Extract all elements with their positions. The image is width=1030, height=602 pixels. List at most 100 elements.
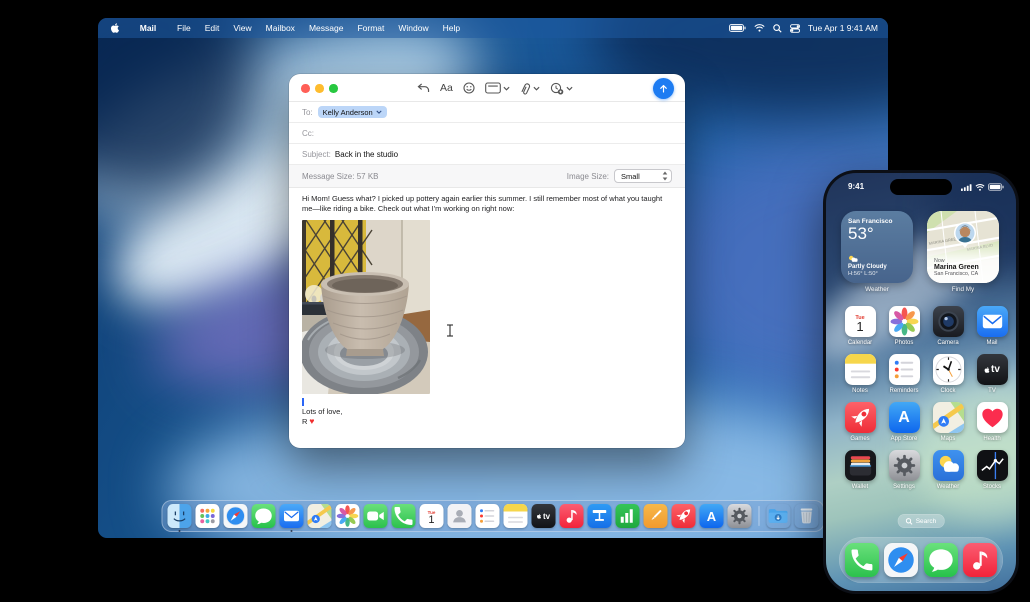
- weather-widget[interactable]: San Francisco 53° Partly Cloudy H:56° L:…: [841, 211, 913, 283]
- cc-field[interactable]: Cc:: [289, 123, 685, 144]
- apple-menu-icon[interactable]: [110, 22, 120, 34]
- close-button[interactable]: [301, 84, 310, 93]
- iphone-app-maps[interactable]: Maps: [926, 402, 970, 450]
- signature-name: R: [302, 417, 308, 427]
- text-insertion-caret: [302, 397, 304, 406]
- recipient-token[interactable]: Kelly Anderson: [317, 106, 387, 118]
- status-icons: [961, 183, 1004, 191]
- dock-app-messages[interactable]: [251, 504, 276, 528]
- iphone-app-tv[interactable]: tv TV: [970, 354, 1014, 402]
- dock-app-notes[interactable]: [503, 504, 528, 528]
- iphone-app-settings[interactable]: Settings: [882, 450, 926, 498]
- dock-app-finder[interactable]: [167, 504, 192, 532]
- iphone-app-stocks[interactable]: Stocks: [970, 450, 1014, 498]
- header-style-button[interactable]: [484, 82, 510, 94]
- dock-app-music[interactable]: [559, 504, 584, 528]
- menu-item-view[interactable]: View: [226, 23, 258, 33]
- heart-icon: ♥: [309, 416, 315, 427]
- message-body[interactable]: Hi Mom! Guess what? I picked up pottery …: [289, 188, 685, 427]
- findmy-widget[interactable]: MARINA GREEN DR MARINA BLVD Now Marina G…: [927, 211, 999, 283]
- iphone-app-health[interactable]: Health: [970, 402, 1014, 450]
- subject-value: Back in the studio: [334, 149, 399, 159]
- mail-compose-window: Aa To: Kelly Anderson Cc: Subject: Back …: [289, 74, 685, 448]
- attach-button[interactable]: [520, 82, 540, 95]
- calendar-icon: Tue 1: [844, 306, 876, 337]
- wifi-icon: [975, 183, 985, 191]
- dock-app-system-settings[interactable]: [727, 504, 752, 528]
- iphone-app-reminders[interactable]: Reminders: [882, 354, 926, 402]
- format-button[interactable]: Aa: [440, 82, 453, 94]
- dock-app-pages[interactable]: [643, 504, 668, 528]
- dock-app-safari[interactable]: [884, 543, 919, 577]
- zoom-button[interactable]: [329, 84, 338, 93]
- menu-item-edit[interactable]: Edit: [198, 23, 227, 33]
- iphone-app-wallet[interactable]: Wallet: [838, 450, 882, 498]
- dock-app-messages[interactable]: [923, 543, 958, 577]
- image-size-select[interactable]: Small: [614, 169, 672, 183]
- weather-hi-lo: H:56° L:50°: [848, 271, 878, 277]
- dock-app-contacts[interactable]: [447, 504, 472, 528]
- subject-label: Subject:: [302, 149, 331, 159]
- chevron-down-icon: [376, 110, 382, 114]
- reminders-icon: [888, 354, 920, 385]
- search-icon[interactable]: [773, 23, 782, 33]
- iphone-app-calendar[interactable]: Tue 1 Calendar: [838, 306, 882, 354]
- dock-app-phone[interactable]: [391, 504, 416, 528]
- pottery-photo[interactable]: [302, 219, 430, 394]
- menu-item-file[interactable]: File: [170, 23, 198, 33]
- iphone-app-app-store[interactable]: A App Store: [882, 402, 926, 450]
- to-field[interactable]: To: Kelly Anderson: [289, 102, 685, 123]
- emoji-button[interactable]: [463, 82, 475, 94]
- subject-field[interactable]: Subject: Back in the studio: [289, 144, 685, 165]
- battery-icon[interactable]: [728, 24, 746, 32]
- message-size: Message Size: 57 KB: [302, 171, 379, 181]
- dock-app-games[interactable]: [671, 504, 696, 528]
- iphone-app-clock[interactable]: Clock: [926, 354, 970, 402]
- dock-app-launchpad[interactable]: [195, 504, 220, 528]
- compose-toolbar: Aa: [289, 74, 685, 102]
- iphone-app-weather[interactable]: Weather: [926, 450, 970, 498]
- menu-item-mail[interactable]: Mail: [126, 23, 170, 33]
- dock-app-photos[interactable]: [335, 504, 360, 528]
- dock-app-mail[interactable]: [279, 504, 304, 532]
- control-center-icon[interactable]: [789, 23, 800, 33]
- dock-app-safari[interactable]: [223, 504, 248, 528]
- minimize-button[interactable]: [315, 84, 324, 93]
- menu-item-format[interactable]: Format: [350, 23, 391, 33]
- iphone-app-notes[interactable]: Notes: [838, 354, 882, 402]
- dock-app-music[interactable]: [963, 543, 998, 577]
- dock-app-maps[interactable]: [307, 504, 332, 528]
- dock-app-phone[interactable]: [844, 543, 879, 577]
- iphone-app-photos[interactable]: Photos: [882, 306, 926, 354]
- status-time: 9:41: [848, 182, 865, 191]
- send-later-button[interactable]: [550, 82, 573, 95]
- dock-app-app-store[interactable]: A: [699, 504, 724, 528]
- menu-item-mailbox[interactable]: Mailbox: [259, 23, 302, 33]
- iphone-app-mail[interactable]: Mail: [970, 306, 1014, 354]
- body-paragraph: Hi Mom! Guess what? I picked up pottery …: [302, 194, 663, 214]
- screenshot-canvas: Mail File Edit View Mailbox Message Form…: [0, 0, 1030, 602]
- dock-app-facetime[interactable]: [363, 504, 388, 528]
- tv-icon: tv: [976, 354, 1008, 385]
- dock-app-numbers[interactable]: [615, 504, 640, 528]
- iphone: 9:41 San Francisco 53° Partly Cloudy H:5…: [823, 170, 1019, 594]
- menu-item-message[interactable]: Message: [302, 23, 351, 33]
- dock-downloads-folder[interactable]: [767, 504, 791, 528]
- menu-bar-clock[interactable]: Tue Apr 1 9:41 AM: [808, 23, 878, 33]
- menu-item-help[interactable]: Help: [436, 23, 467, 33]
- menu-item-window[interactable]: Window: [391, 23, 435, 33]
- iphone-app-camera[interactable]: Camera: [926, 306, 970, 354]
- maps-icon: [932, 402, 964, 433]
- undo-button[interactable]: [417, 82, 430, 94]
- dock-app-tv[interactable]: tv: [531, 504, 556, 528]
- dock-app-keynote[interactable]: [587, 504, 612, 528]
- dock-trash[interactable]: [795, 504, 819, 528]
- dock-app-calendar[interactable]: Tue 1: [419, 504, 444, 528]
- wifi-icon[interactable]: [754, 24, 765, 32]
- spotlight-search-pill[interactable]: Search: [897, 514, 945, 528]
- iphone-app-games[interactable]: Games: [838, 402, 882, 450]
- send-button[interactable]: [653, 77, 674, 99]
- battery-icon: [988, 183, 1004, 191]
- app-grid: Tue 1 Calendar Photos Camera Mail Notes Re…: [826, 306, 1016, 498]
- dock-app-reminders[interactable]: [475, 504, 500, 528]
